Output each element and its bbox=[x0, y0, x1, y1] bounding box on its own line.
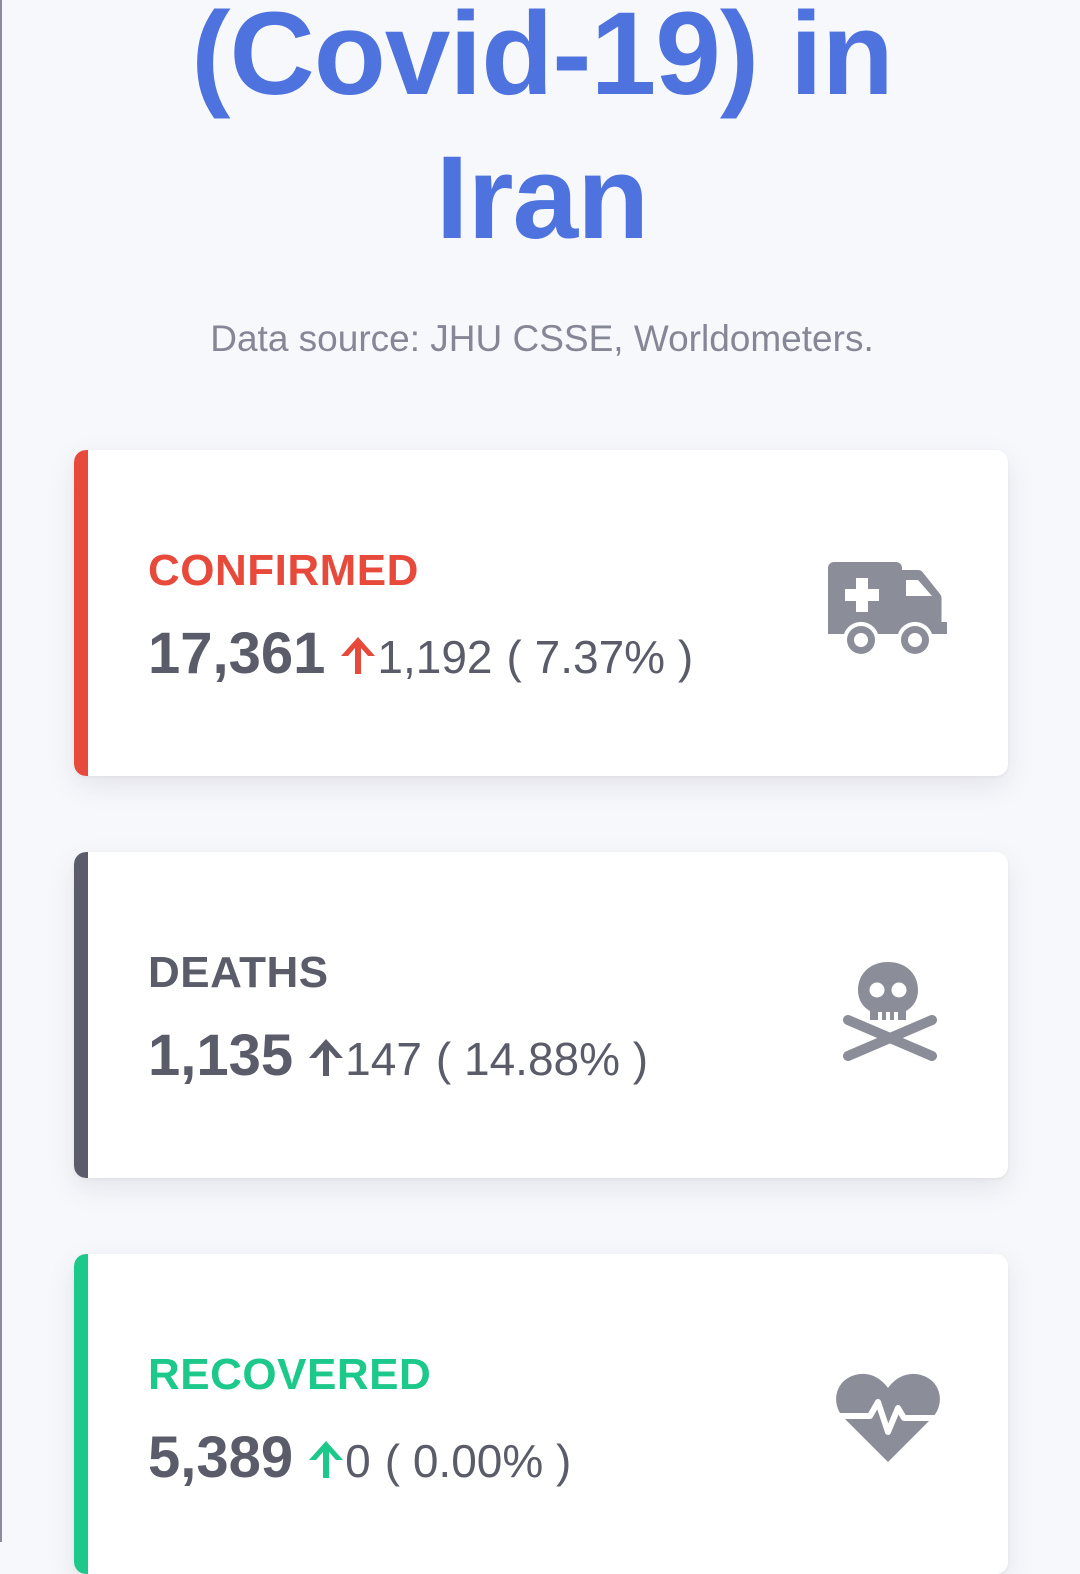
deaths-percent: ( 14.88% ) bbox=[435, 1033, 649, 1085]
deaths-card: DEATHS 1,135 147( 14.88% ) bbox=[74, 852, 1008, 1178]
recovered-delta: 0 bbox=[345, 1435, 371, 1487]
arrow-up-icon bbox=[341, 637, 376, 674]
confirmed-values: 17,361 1,192( 7.37% ) bbox=[148, 620, 693, 687]
deaths-total: 1,135 bbox=[148, 1023, 294, 1088]
deaths-delta: 147 bbox=[345, 1033, 422, 1085]
confirmed-label: CONFIRMED bbox=[148, 546, 419, 595]
recovered-label: RECOVERED bbox=[148, 1350, 432, 1399]
recovered-values: 5,389 0( 0.00% ) bbox=[148, 1424, 571, 1491]
confirmed-delta: 1,192 bbox=[377, 631, 493, 683]
skull-crossbones-icon bbox=[843, 962, 937, 1061]
arrow-up-icon bbox=[309, 1039, 344, 1076]
page-title-line-2: Iran bbox=[435, 132, 649, 264]
ambulance-icon bbox=[828, 562, 947, 654]
heartbeat-icon bbox=[836, 1373, 940, 1462]
deaths-label: DEATHS bbox=[148, 948, 329, 997]
page-title: (Covid-19) in Iran bbox=[2, 0, 1080, 270]
data-source-note: Data source: JHU CSSE, Worldometers. bbox=[210, 318, 874, 359]
confirmed-percent: ( 7.37% ) bbox=[506, 631, 694, 683]
arrow-up-icon bbox=[309, 1441, 344, 1478]
confirmed-total: 17,361 bbox=[148, 621, 326, 686]
recovered-total: 5,389 bbox=[148, 1425, 294, 1490]
recovered-card: RECOVERED 5,389 0( 0.00% ) bbox=[74, 1254, 1008, 1574]
deaths-values: 1,135 147( 14.88% ) bbox=[148, 1022, 648, 1089]
recovered-percent: ( 0.00% ) bbox=[384, 1435, 572, 1487]
page-title-line-1: (Covid-19) in bbox=[191, 0, 894, 120]
confirmed-card: CONFIRMED 17,361 1,192( 7.37% ) bbox=[74, 450, 1008, 776]
